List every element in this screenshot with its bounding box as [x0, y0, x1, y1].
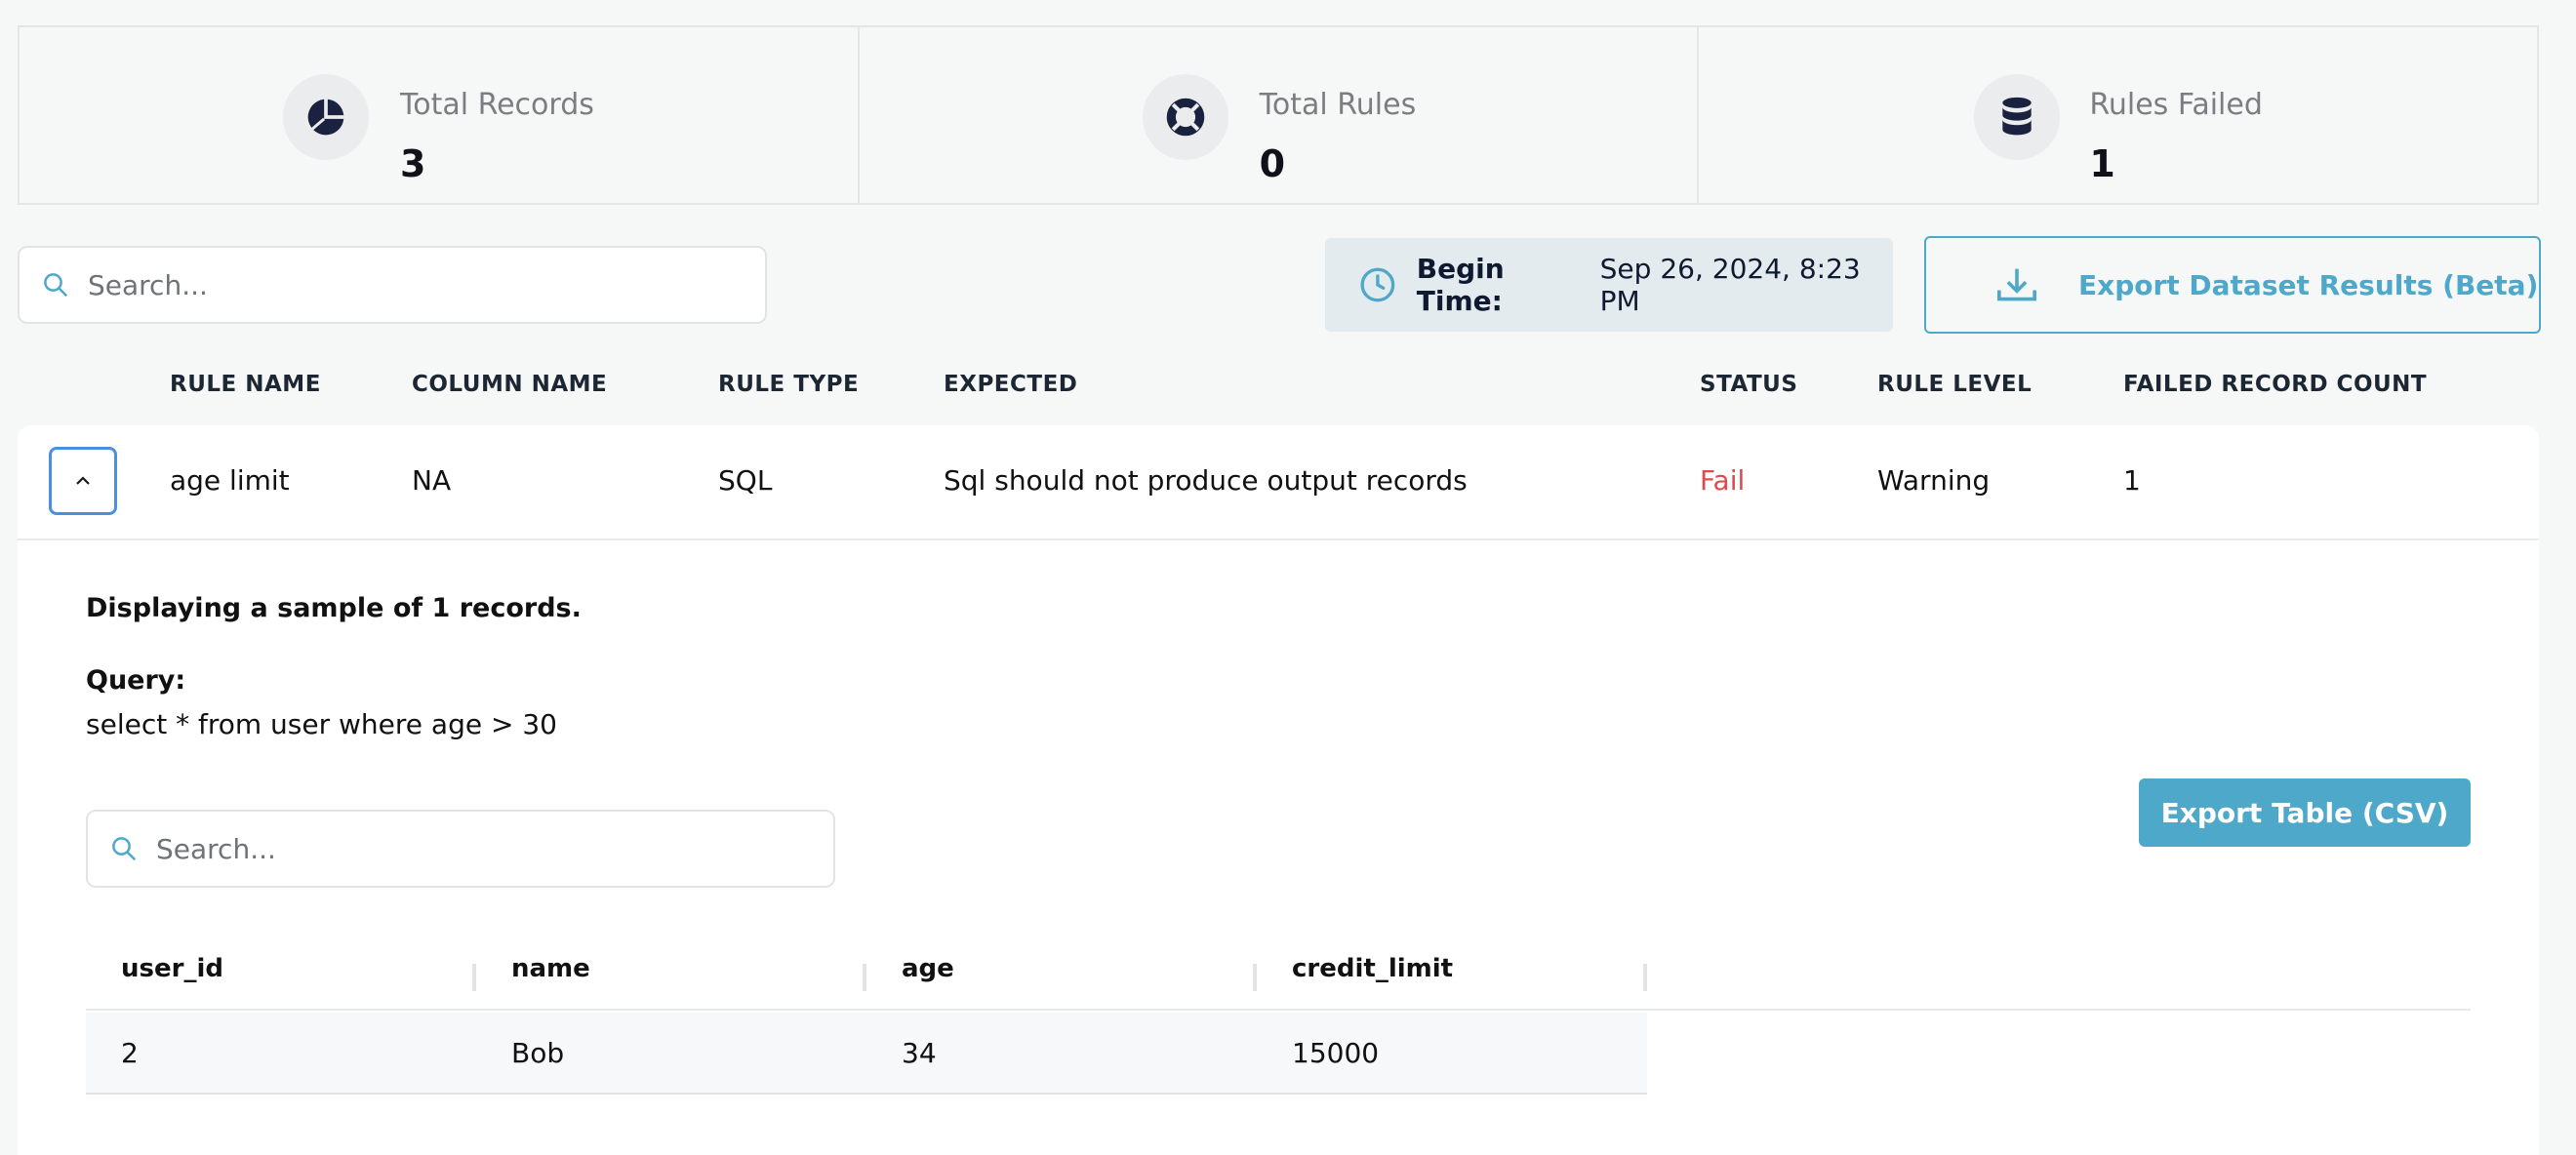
sample-info: Displaying a sample of 1 records. [86, 593, 582, 623]
th-user-id[interactable]: user_id [121, 927, 223, 1011]
rule-row: age limit NA SQL Sql should not produce … [18, 425, 2539, 540]
lifebuoy-icon [1142, 74, 1228, 160]
stats-bar: Total Records 3 Total Rules 0 Rules Fail… [18, 25, 2539, 205]
column-resize-handle[interactable] [472, 964, 476, 991]
search-input[interactable] [88, 248, 745, 322]
th-credit-limit[interactable]: credit_limit [1292, 927, 1453, 1011]
td-age: 34 [902, 1036, 937, 1069]
td-credit-limit: 15000 [1292, 1036, 1380, 1069]
export-dataset-button[interactable]: Export Dataset Results (Beta) [1924, 236, 2541, 334]
cell-column-name: NA [412, 464, 452, 497]
export-dataset-label: Export Dataset Results (Beta) [2078, 268, 2539, 301]
td-user-id: 2 [121, 1036, 139, 1069]
records-table-header: user_id name age credit_limit [86, 927, 2471, 1011]
cell-rule-level: Warning [1877, 464, 1991, 497]
clock-icon [1360, 267, 1395, 302]
stat-label: Total Records [400, 88, 594, 122]
th-age[interactable]: age [902, 927, 954, 1011]
records-search-input[interactable] [156, 812, 814, 886]
begin-time-label: Begin Time: [1416, 253, 1505, 317]
column-resize-handle[interactable] [1643, 964, 1647, 991]
th-name[interactable]: name [511, 927, 590, 1011]
stat-label: Rules Failed [2089, 88, 2263, 122]
table-row: 2 Bob 34 15000 [86, 1013, 1647, 1095]
stat-total-records: Total Records 3 [20, 27, 860, 203]
col-header-failed-record-count[interactable]: FAILED RECORD COUNT [2123, 372, 2427, 397]
cell-expected: Sql should not produce output records [944, 464, 1468, 497]
col-header-rule-level[interactable]: RULE LEVEL [1877, 372, 2032, 397]
cell-failed-count: 1 [2123, 464, 2141, 497]
cell-rule-name: age limit [170, 464, 290, 497]
col-header-status[interactable]: STATUS [1700, 372, 1797, 397]
search-box [18, 246, 767, 324]
search-icon [44, 273, 68, 298]
stat-value: 0 [1259, 142, 1286, 185]
col-header-column-name[interactable]: COLUMN NAME [412, 372, 607, 397]
records-search-box [86, 810, 835, 888]
stat-label: Total Rules [1259, 88, 1417, 122]
query-label: Query: [86, 665, 186, 696]
search-icon [112, 837, 137, 861]
begin-time-value: Sep 26, 2024, 8:23 PM [1599, 253, 1861, 317]
begin-time-badge: Begin Time: Sep 26, 2024, 8:23 PM [1325, 238, 1893, 332]
stat-value: 1 [2089, 142, 2115, 185]
export-csv-button[interactable]: Export Table (CSV) [2139, 778, 2471, 847]
stat-rules-failed: Rules Failed 1 [1699, 27, 2537, 203]
cell-rule-type: SQL [718, 464, 773, 497]
stat-value: 3 [400, 142, 426, 185]
download-icon [1997, 268, 2036, 301]
col-header-rule-name[interactable]: RULE NAME [170, 372, 321, 397]
rule-card: age limit NA SQL Sql should not produce … [18, 425, 2539, 1155]
column-resize-handle[interactable] [863, 964, 866, 991]
stat-total-rules: Total Rules 0 [860, 27, 1700, 203]
col-header-expected[interactable]: EXPECTED [944, 372, 1077, 397]
database-icon [1974, 74, 2061, 160]
col-header-rule-type[interactable]: RULE TYPE [718, 372, 859, 397]
pie-chart-icon [283, 74, 369, 160]
status-badge: Fail [1700, 464, 1746, 497]
column-resize-handle[interactable] [1253, 964, 1257, 991]
chevron-up-icon [76, 476, 90, 485]
query-text: select * from user where age > 30 [86, 708, 557, 740]
collapse-toggle-button[interactable] [49, 447, 117, 515]
td-name: Bob [511, 1036, 565, 1069]
